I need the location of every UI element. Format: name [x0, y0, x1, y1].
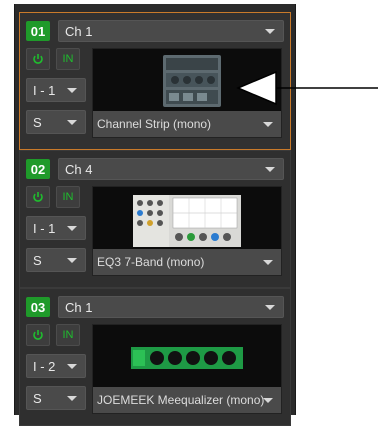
arrow-left-icon [236, 70, 378, 106]
power-icon [33, 54, 43, 64]
io-label: I - 1 [33, 82, 56, 98]
plugin-slot-03[interactable]: 03 Ch 1 IN I - 2 S JOEMEEK Meequalizer (… [19, 288, 291, 426]
io-select[interactable]: I - 1 [26, 78, 86, 102]
solo-select[interactable]: S [26, 248, 86, 272]
input-monitor-button[interactable]: IN [56, 48, 80, 70]
io-label: I - 2 [33, 358, 56, 374]
power-button[interactable] [26, 48, 50, 70]
plugin-name-select[interactable]: Channel Strip (mono) [93, 111, 281, 137]
plugin-display[interactable]: EQ3 7-Band (mono) [92, 186, 282, 276]
channel-label: Ch 4 [65, 161, 93, 177]
chevron-down-icon [67, 396, 77, 401]
plugin-name: JOEMEEK Meequalizer (mono) [97, 393, 265, 407]
chevron-down-icon [67, 88, 77, 93]
io-select[interactable]: I - 2 [26, 354, 86, 378]
channel-label: Ch 1 [65, 23, 93, 39]
chevron-down-icon [265, 167, 275, 172]
chevron-down-icon [263, 260, 273, 265]
channel-select[interactable]: Ch 4 [58, 158, 284, 180]
plugin-thumbnail [131, 347, 243, 369]
solo-select[interactable]: S [26, 386, 86, 410]
io-select[interactable]: I - 1 [26, 216, 86, 240]
solo-label: S [33, 252, 42, 268]
channel-select[interactable]: Ch 1 [58, 20, 284, 42]
chevron-down-icon [265, 305, 275, 310]
solo-label: S [33, 390, 42, 406]
plugin-thumbnail [163, 55, 221, 107]
chevron-down-icon [67, 258, 77, 263]
plugin-slot-02[interactable]: 02 Ch 4 IN I - 1 S EQ3 7-Band (mono) [19, 150, 291, 288]
slot-number: 01 [26, 21, 50, 41]
plugin-name-select[interactable]: JOEMEEK Meequalizer (mono) [93, 387, 281, 413]
power-icon [33, 192, 43, 202]
chevron-down-icon [67, 120, 77, 125]
plugin-display[interactable]: JOEMEEK Meequalizer (mono) [92, 324, 282, 414]
plugin-name: EQ3 7-Band (mono) [97, 255, 205, 269]
plugin-name-select[interactable]: EQ3 7-Band (mono) [93, 249, 281, 275]
chevron-down-icon [67, 226, 77, 231]
chevron-down-icon [265, 29, 275, 34]
power-button[interactable] [26, 186, 50, 208]
power-icon [33, 330, 43, 340]
io-label: I - 1 [33, 220, 56, 236]
input-monitor-button[interactable]: IN [56, 324, 80, 346]
chevron-down-icon [263, 122, 273, 127]
slot-number: 03 [26, 297, 50, 317]
power-button[interactable] [26, 324, 50, 346]
input-monitor-button[interactable]: IN [56, 186, 80, 208]
solo-select[interactable]: S [26, 110, 86, 134]
channel-select[interactable]: Ch 1 [58, 296, 284, 318]
channel-label: Ch 1 [65, 299, 93, 315]
plugin-thumbnail [133, 195, 241, 247]
plugin-name: Channel Strip (mono) [97, 117, 212, 131]
chevron-down-icon [263, 398, 273, 403]
slot-number: 02 [26, 159, 50, 179]
solo-label: S [33, 114, 42, 130]
chevron-down-icon [67, 364, 77, 369]
